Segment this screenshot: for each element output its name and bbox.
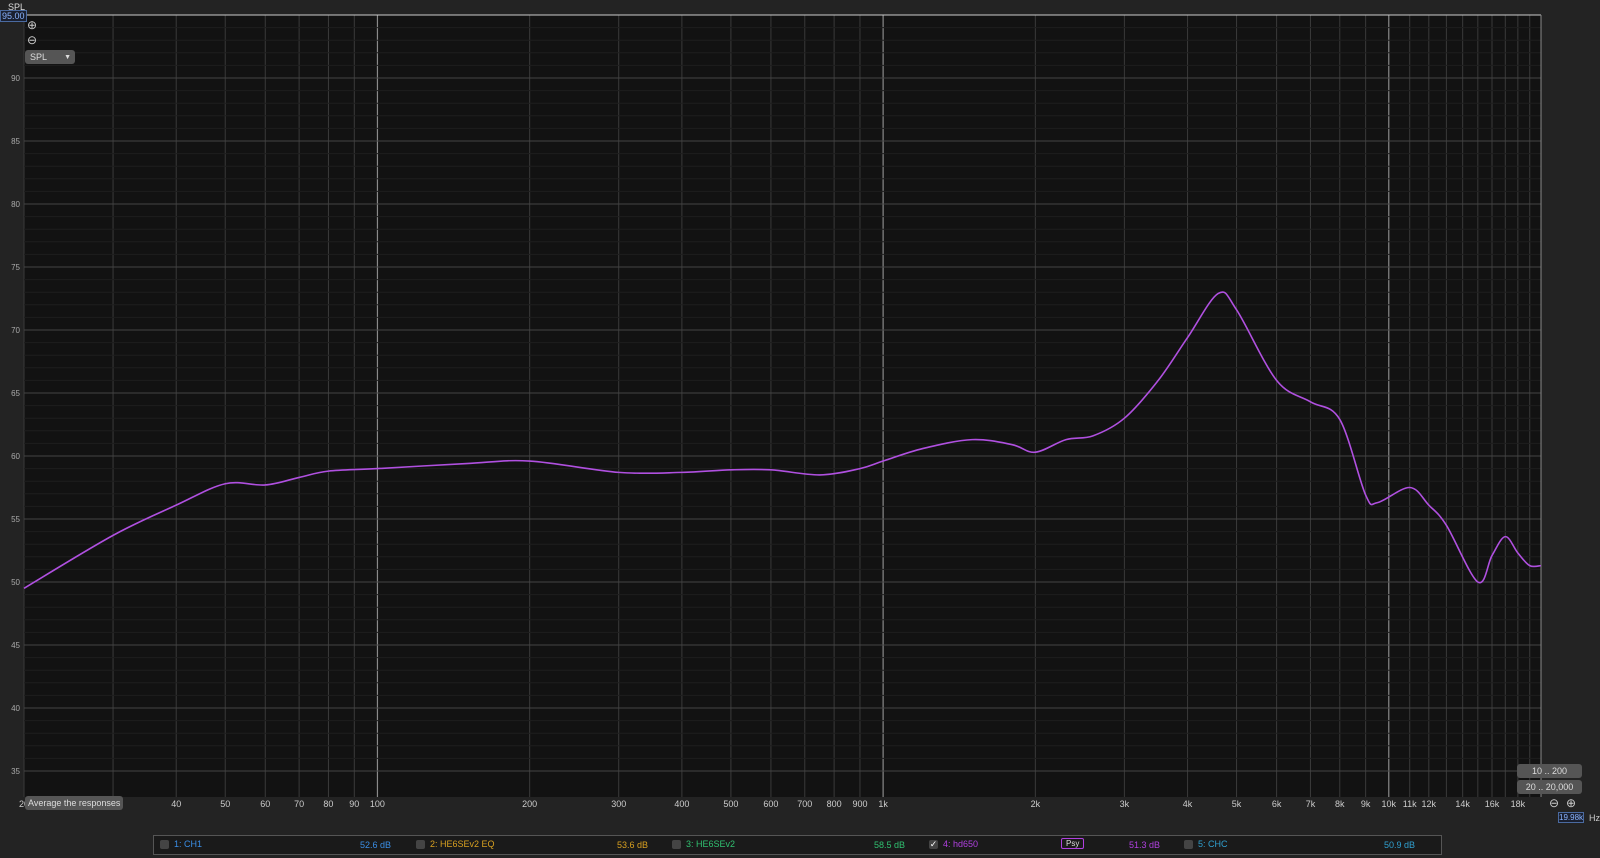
y-tick-label: 40 [11,704,20,713]
x-tick-label: 50 [220,799,230,809]
dropdown-arrow-icon: ▼ [64,53,71,61]
y-tick-label: 55 [11,515,20,524]
y-tick-label: 50 [11,578,20,587]
zoom-in-x-icon[interactable]: ⊕ [1566,796,1576,810]
legend-value: 53.6 dB [617,840,649,850]
legend-item-he6sev2-eq[interactable]: 2: HE6SEv2 EQ [416,839,495,849]
x-tick-label: 18k [1511,799,1526,809]
x-tick-label: 800 [827,799,842,809]
y-max-field[interactable]: 95.00 [0,10,27,22]
zoom-in-y-icon[interactable]: ⊕ [27,18,37,32]
frequency-response-chart[interactable]: 9085807570656055504540352030405060708090… [0,0,1600,858]
x-tick-label: 100 [370,799,385,809]
y-tick-label: 85 [11,137,20,146]
psychoacoustic-badge[interactable]: Psy [1061,838,1085,849]
checkbox-checked[interactable]: ✓ [929,839,938,849]
x-tick-label: 500 [723,799,738,809]
zoom-out-x-icon[interactable]: ⊖ [1549,796,1559,810]
x-tick-label: 60 [260,799,270,809]
y-tick-label: 45 [11,641,20,650]
x-tick-label: 4k [1183,799,1193,809]
legend-item-he6sev2[interactable]: 3: HE6SEv2 [672,839,735,849]
y-tick-label: 35 [11,767,20,776]
x-tick-label: 12k [1422,799,1437,809]
legend-value: 50.9 dB [1384,840,1416,850]
x-tick-label: 1k [878,799,888,809]
y-tick-label: 70 [11,326,20,335]
x-tick-label: 80 [323,799,333,809]
legend-item-ch1[interactable]: 1: CH1 [160,839,202,849]
x-cursor-field[interactable]: 19.98k [1558,812,1585,823]
y-tick-label: 60 [11,452,20,461]
legend-item-hd650[interactable]: ✓ 4: hd650 [929,839,978,849]
legend-value: 58.5 dB [874,840,906,850]
y-tick-label: 90 [11,74,20,83]
x-tick-label: 400 [674,799,689,809]
legend-item-chc[interactable]: 5: CHC [1184,839,1228,849]
zoom-out-y-icon[interactable]: ⊖ [27,33,37,47]
checkbox[interactable] [672,839,681,849]
y-tick-label: 65 [11,389,20,398]
x-tick-label: 600 [763,799,778,809]
legend-value: 52.6 dB [360,840,392,850]
range-20-20000-button[interactable]: 20 .. 20,000 [1517,780,1582,794]
x-tick-label: 7k [1306,799,1316,809]
x-tick-label: 900 [852,799,867,809]
checkbox[interactable] [160,839,169,849]
x-tick-label: 40 [171,799,181,809]
legend-value: 51.3 dB [1129,840,1161,850]
x-tick-label: 200 [522,799,537,809]
x-unit-label: Hz [1589,813,1600,823]
x-tick-label: 11k [1403,799,1417,809]
x-tick-label: 10k [1382,799,1397,809]
y-tick-label: 75 [11,263,20,272]
range-10-200-button[interactable]: 10 .. 200 [1517,764,1582,778]
checkbox[interactable] [416,839,425,849]
checkbox[interactable] [1184,839,1193,849]
unit-selector[interactable]: SPL ▼ [25,50,75,64]
x-tick-label: 9k [1361,799,1371,809]
x-tick-label: 2k [1031,799,1041,809]
x-tick-label: 70 [294,799,304,809]
x-tick-label: 8k [1335,799,1345,809]
x-tick-label: 90 [349,799,359,809]
x-tick-label: 16k [1485,799,1500,809]
x-tick-label: 6k [1272,799,1282,809]
legend-bar: 1: CH1 52.6 dB 2: HE6SEv2 EQ 53.6 dB 3: … [153,835,1442,855]
x-tick-label: 700 [797,799,812,809]
x-tick-label: 14k [1455,799,1470,809]
y-tick-label: 80 [11,200,20,209]
average-responses-button[interactable]: Average the responses [25,796,124,810]
x-tick-label: 3k [1120,799,1130,809]
x-tick-label: 5k [1232,799,1242,809]
x-tick-label: 300 [611,799,626,809]
